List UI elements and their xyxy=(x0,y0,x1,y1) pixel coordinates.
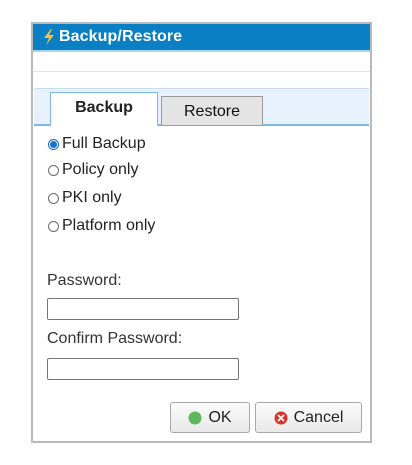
radio-platform-only[interactable] xyxy=(48,220,59,232)
cancel-button-label: Cancel xyxy=(293,408,344,426)
radio-pki-only[interactable] xyxy=(48,192,59,204)
dialog-title: Backup/Restore xyxy=(59,28,183,45)
tab-restore[interactable]: Restore xyxy=(161,96,263,126)
option-policy-only[interactable]: Policy only xyxy=(48,158,138,182)
option-full-backup-label: Full Backup xyxy=(62,135,146,152)
ok-button-label: OK xyxy=(208,408,232,426)
password-field[interactable] xyxy=(47,298,239,320)
ok-circle-icon xyxy=(188,411,202,424)
cancel-x-circle-icon xyxy=(274,411,288,424)
option-platform-only[interactable]: Platform only xyxy=(48,214,155,238)
backup-restore-dialog: Backup/Restore Backup Restore Full Backu… xyxy=(31,22,372,443)
lightning-bolt-icon xyxy=(44,29,54,45)
option-pki-only[interactable]: PKI only xyxy=(48,186,122,210)
confirm-password-field[interactable] xyxy=(47,358,239,380)
ok-button[interactable]: OK xyxy=(170,402,250,433)
radio-policy-only[interactable] xyxy=(48,164,59,176)
confirm-password-label: Confirm Password: xyxy=(47,330,183,347)
option-platform-only-label: Platform only xyxy=(62,217,156,234)
radio-full-backup[interactable] xyxy=(48,138,59,150)
dialog-titlebar[interactable]: Backup/Restore xyxy=(33,24,370,52)
option-policy-only-label: Policy only xyxy=(62,161,139,178)
option-full-backup[interactable]: Full Backup xyxy=(48,132,146,156)
password-label: Password: xyxy=(47,272,122,289)
dialog-toolbar-area xyxy=(33,52,370,72)
cancel-button[interactable]: Cancel xyxy=(255,402,362,433)
tab-backup[interactable]: Backup xyxy=(50,92,158,126)
option-pki-only-label: PKI only xyxy=(62,189,122,206)
